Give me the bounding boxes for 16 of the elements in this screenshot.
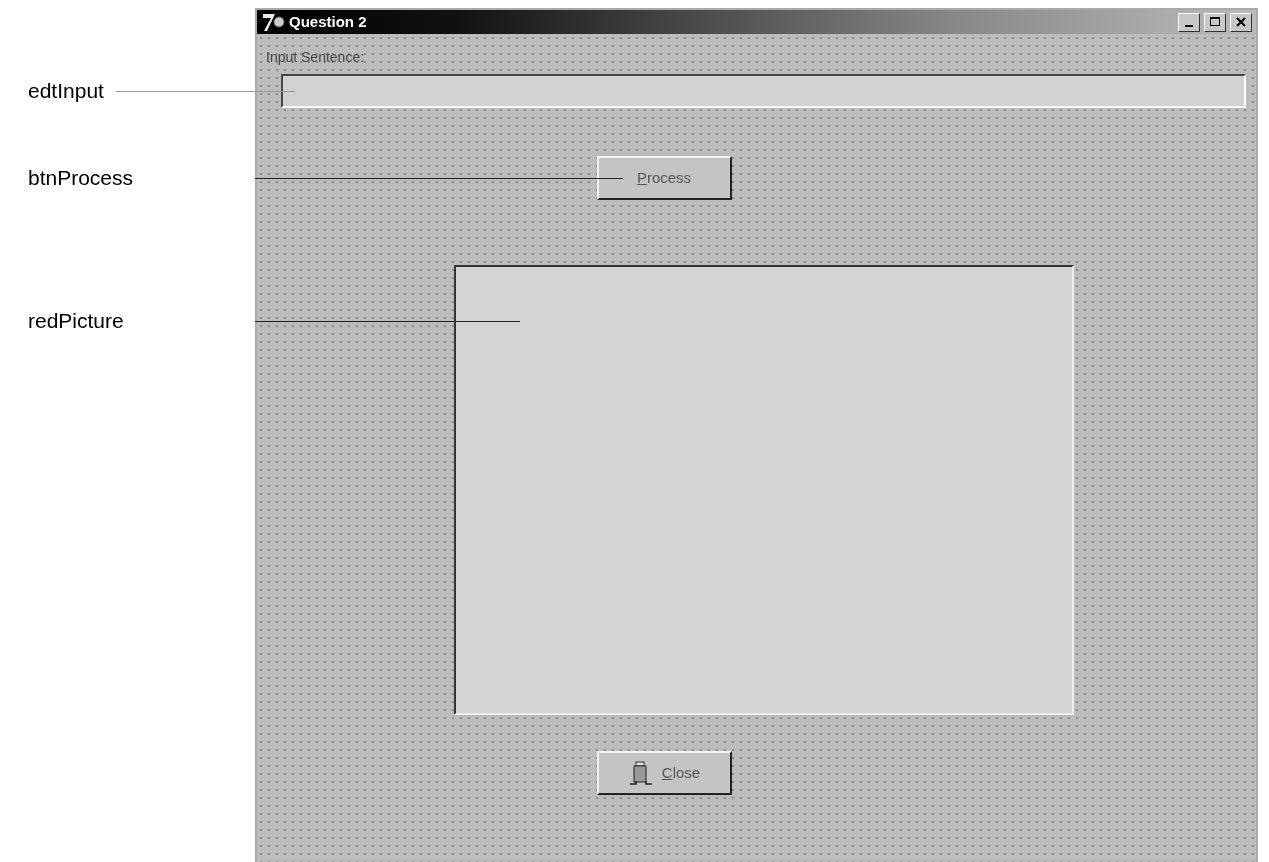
maximize-button[interactable] (1204, 12, 1226, 32)
input-field[interactable] (281, 74, 1246, 108)
close-button[interactable] (1230, 12, 1252, 32)
close-icon (1236, 17, 1246, 27)
minimize-icon (1185, 24, 1193, 27)
close-button[interactable]: Close (596, 751, 732, 795)
door-exit-icon (627, 760, 654, 786)
minimize-button[interactable] (1178, 12, 1200, 32)
input-label: Input Sentence: (266, 48, 365, 66)
callout-label: btnProcess (28, 167, 134, 188)
callout-label: redPicture (28, 310, 124, 331)
process-button[interactable]: Process (596, 156, 732, 200)
maximize-icon (1210, 17, 1220, 27)
app-logo-icon (261, 12, 287, 32)
callout-label: edtInput (28, 80, 104, 101)
window-title: Question 2 (289, 11, 367, 32)
